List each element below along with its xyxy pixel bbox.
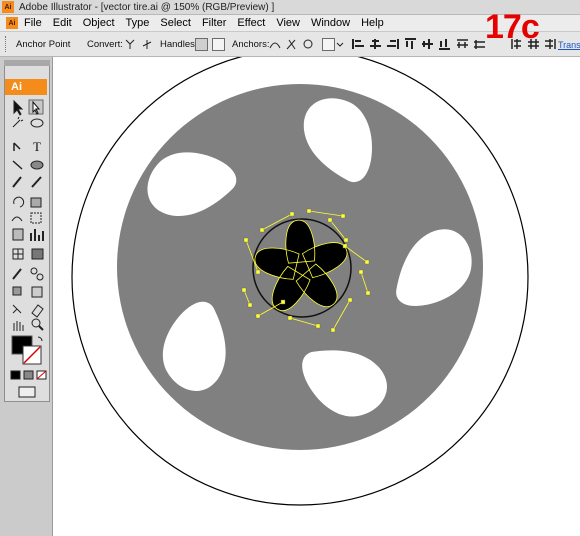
stroke-swatch[interactable] bbox=[22, 346, 40, 364]
transform-link[interactable]: Transfo bbox=[558, 40, 580, 50]
align-right-button[interactable] bbox=[386, 32, 399, 56]
remove-anchor-button[interactable] bbox=[269, 32, 281, 56]
align-top-icon bbox=[405, 38, 416, 49]
isolate-button[interactable] bbox=[322, 32, 335, 56]
ai-logo: Ai bbox=[5, 79, 47, 95]
tire-artwork[interactable] bbox=[53, 57, 580, 536]
handles-hidden-icon bbox=[212, 37, 225, 51]
distribute-top-button[interactable] bbox=[456, 32, 469, 56]
isolate-icon bbox=[322, 37, 335, 51]
graph-tool[interactable] bbox=[27, 230, 43, 244]
handles-icon bbox=[195, 37, 208, 51]
align-left-button[interactable] bbox=[352, 32, 365, 56]
live-paint-selection-tool[interactable] bbox=[27, 284, 43, 298]
menu-file[interactable]: File bbox=[24, 17, 42, 29]
menu-window[interactable]: Window bbox=[311, 17, 350, 29]
anchors-label: Anchors: bbox=[232, 38, 270, 50]
scale-tool[interactable] bbox=[27, 195, 43, 209]
rotate-tool[interactable] bbox=[7, 195, 23, 209]
screen-mode-button[interactable] bbox=[17, 384, 35, 396]
remove-anchor-icon bbox=[269, 42, 281, 49]
live-paint-tool[interactable] bbox=[7, 284, 23, 298]
mesh-tool[interactable] bbox=[7, 248, 23, 262]
eraser-tool[interactable] bbox=[27, 302, 43, 316]
document-icon[interactable]: Ai bbox=[6, 17, 18, 29]
zoom-tool[interactable] bbox=[27, 320, 43, 334]
line-tool[interactable] bbox=[7, 156, 23, 170]
align-vcenter-button[interactable] bbox=[421, 32, 434, 56]
distribute-top-icon bbox=[457, 39, 468, 48]
align-bottom-button[interactable] bbox=[438, 32, 451, 56]
free-transform-tool[interactable] bbox=[27, 213, 43, 227]
ellipse-tool[interactable] bbox=[27, 156, 43, 170]
magic-wand-tool[interactable] bbox=[7, 116, 23, 130]
blend-tool[interactable] bbox=[27, 266, 43, 280]
toolbox-grip[interactable] bbox=[4, 60, 50, 66]
menu-effect[interactable]: Effect bbox=[237, 17, 265, 29]
gradient-tool[interactable] bbox=[27, 248, 43, 262]
distribute-right-icon bbox=[545, 39, 556, 49]
distribute-right-button[interactable] bbox=[544, 32, 557, 56]
align-bottom-icon bbox=[439, 39, 450, 50]
cut-path-button[interactable] bbox=[285, 32, 297, 56]
control-bar-grip[interactable] bbox=[5, 36, 9, 52]
artboard-canvas[interactable] bbox=[53, 57, 580, 536]
scissors-icon bbox=[286, 39, 296, 50]
align-left-icon bbox=[352, 39, 364, 49]
convert-label: Convert: bbox=[87, 38, 123, 50]
convert-smooth-button[interactable] bbox=[141, 32, 153, 56]
lasso-tool[interactable] bbox=[27, 116, 43, 130]
type-tool[interactable] bbox=[27, 137, 43, 151]
hand-tool[interactable] bbox=[7, 320, 23, 334]
chevron-down-icon bbox=[336, 42, 344, 47]
hide-handles-button[interactable] bbox=[212, 32, 225, 56]
symbol-sprayer-tool[interactable] bbox=[7, 230, 23, 244]
pen-tool[interactable] bbox=[7, 137, 23, 151]
corner-point-icon bbox=[125, 39, 135, 49]
app-icon: Ai bbox=[2, 1, 14, 13]
menu-type[interactable]: Type bbox=[126, 17, 150, 29]
menu-select[interactable]: Select bbox=[160, 17, 191, 29]
show-handles-button[interactable] bbox=[195, 32, 208, 56]
smooth-point-icon bbox=[142, 40, 152, 49]
align-right-icon bbox=[387, 39, 399, 49]
align-hcenter-icon bbox=[370, 39, 381, 49]
handles-label: Handles: bbox=[160, 38, 198, 50]
align-top-button[interactable] bbox=[404, 32, 417, 56]
align-hcenter-button[interactable] bbox=[369, 32, 382, 56]
warp-tool[interactable] bbox=[7, 213, 23, 227]
window-title: Adobe Illustrator - [vector tire.ai @ 15… bbox=[19, 1, 275, 13]
menu-view[interactable]: View bbox=[276, 17, 300, 29]
align-vcenter-icon bbox=[422, 39, 433, 49]
menu-edit[interactable]: Edit bbox=[53, 17, 72, 29]
menu-object[interactable]: Object bbox=[83, 17, 115, 29]
slice-tool[interactable] bbox=[7, 302, 23, 316]
step-label: 17c bbox=[485, 8, 540, 46]
connect-icon bbox=[303, 39, 313, 49]
paintbrush-tool[interactable] bbox=[7, 174, 23, 188]
menu-help[interactable]: Help bbox=[361, 17, 384, 29]
convert-corner-button[interactable] bbox=[124, 32, 136, 56]
selection-tool[interactable] bbox=[7, 98, 23, 112]
menu-filter[interactable]: Filter bbox=[202, 17, 226, 29]
connect-anchors-button[interactable] bbox=[302, 32, 314, 56]
pencil-tool[interactable] bbox=[27, 174, 43, 188]
anchor-point-label: Anchor Point bbox=[16, 38, 71, 50]
eyedropper-tool[interactable] bbox=[7, 266, 23, 280]
isolate-dropdown[interactable] bbox=[336, 32, 344, 56]
direct-selection-tool[interactable] bbox=[27, 98, 43, 112]
